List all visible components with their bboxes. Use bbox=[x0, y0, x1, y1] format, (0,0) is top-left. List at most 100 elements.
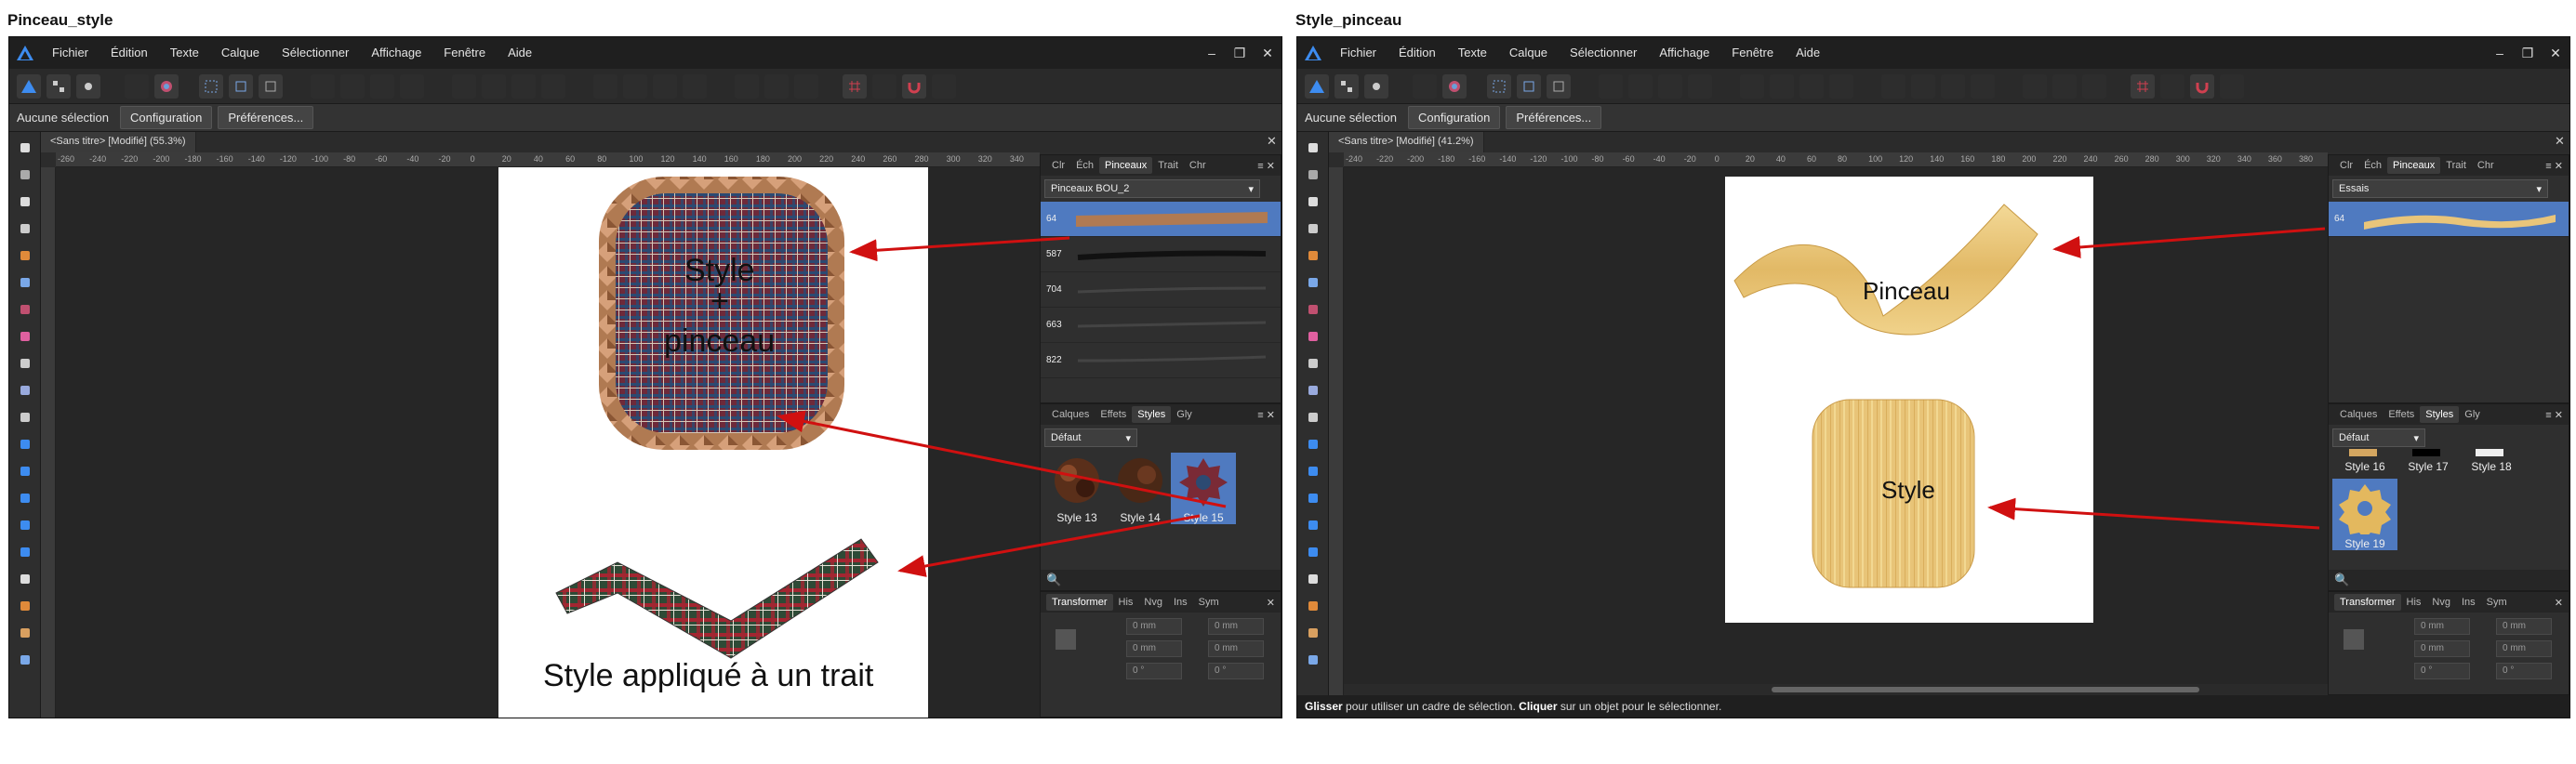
search-icon[interactable]: 🔍 bbox=[1041, 570, 1281, 590]
style-tile[interactable]: Style 14 bbox=[1108, 453, 1173, 524]
style-tile[interactable]: Style 13 bbox=[1044, 453, 1109, 524]
minimize-icon[interactable]: – bbox=[2486, 46, 2514, 61]
ellipse-tool-icon[interactable] bbox=[14, 487, 36, 509]
panel-menu-icon[interactable]: ≡ ✕ bbox=[1252, 409, 1281, 421]
rotation-field[interactable]: 0 ° bbox=[2414, 663, 2470, 679]
rotation-field[interactable]: 0 ° bbox=[1126, 663, 1182, 679]
boolean-xor-icon[interactable] bbox=[541, 73, 565, 99]
designer-persona-icon[interactable] bbox=[17, 73, 41, 99]
color-picker-icon[interactable] bbox=[14, 595, 36, 617]
h-field[interactable]: 0 mm bbox=[1208, 640, 1264, 657]
tab-styles[interactable]: Styles bbox=[2420, 406, 2460, 423]
boolean-int-icon[interactable] bbox=[1799, 73, 1824, 99]
pixel-persona-icon[interactable] bbox=[1334, 73, 1359, 99]
brush-category-select[interactable]: Essais ▾ bbox=[2332, 179, 2548, 198]
tab-calques[interactable]: Calques bbox=[1046, 406, 1095, 423]
menu-selectionner[interactable]: Sélectionner bbox=[271, 37, 360, 69]
style-tile[interactable]: Style 17 bbox=[2396, 460, 2461, 486]
brush-item[interactable]: 704 bbox=[1041, 272, 1281, 308]
shape-tool-icon[interactable] bbox=[1302, 433, 1324, 455]
rectangle-tool-icon[interactable] bbox=[14, 460, 36, 482]
ellipse-tool-icon[interactable] bbox=[1302, 487, 1324, 509]
tab-styles[interactable]: Styles bbox=[1132, 406, 1172, 423]
canvas[interactable]: Pinceau Style bbox=[1344, 167, 2328, 695]
affinity-logo-icon[interactable] bbox=[1297, 37, 1329, 69]
grid-icon[interactable] bbox=[2131, 73, 2155, 99]
distribute-icon[interactable] bbox=[370, 73, 394, 99]
arrange-icon[interactable] bbox=[400, 73, 424, 99]
pen-tool-icon[interactable] bbox=[1302, 244, 1324, 267]
shape-tool-icon[interactable] bbox=[14, 433, 36, 455]
transparency-tool-icon[interactable] bbox=[1302, 352, 1324, 375]
tab-trait[interactable]: Trait bbox=[2440, 157, 2472, 174]
magnet-icon[interactable] bbox=[902, 73, 926, 99]
align-icon[interactable] bbox=[311, 73, 335, 99]
tab-calques[interactable]: Calques bbox=[2334, 406, 2383, 423]
horizontal-scrollbar[interactable] bbox=[1344, 684, 2328, 695]
anchor-icon[interactable] bbox=[1052, 626, 1080, 653]
color-wheel-icon[interactable] bbox=[1442, 73, 1467, 99]
rotate-icon[interactable] bbox=[1941, 73, 1965, 99]
group-icon[interactable] bbox=[1971, 73, 1995, 99]
menu-affichage[interactable]: Affichage bbox=[1648, 37, 1720, 69]
w-field[interactable]: 0 mm bbox=[2496, 618, 2552, 635]
tab-echantillons[interactable]: Éch bbox=[2358, 157, 2387, 174]
brush-tool-icon[interactable] bbox=[1302, 298, 1324, 321]
menu-edition[interactable]: Édition bbox=[1388, 37, 1447, 69]
tab-pinceaux[interactable]: Pinceaux bbox=[2387, 157, 2441, 174]
brush-tool-icon[interactable] bbox=[14, 298, 36, 321]
brush-item-selected[interactable]: 64 bbox=[1041, 202, 1281, 237]
magnet-icon[interactable] bbox=[2190, 73, 2214, 99]
close-icon[interactable]: ✕ bbox=[1254, 46, 1281, 61]
text-tool-icon[interactable] bbox=[14, 568, 36, 590]
rounded-rect-tool-icon[interactable] bbox=[14, 514, 36, 536]
document-tab[interactable]: <Sans titre> [Modifié] (41.2%) bbox=[1329, 132, 1484, 152]
menu-selectionner[interactable]: Sélectionner bbox=[1559, 37, 1648, 69]
styled-stroke[interactable] bbox=[555, 538, 879, 659]
menu-fichier[interactable]: Fichier bbox=[1329, 37, 1388, 69]
rectangle-tool-icon[interactable] bbox=[1302, 460, 1324, 482]
flip-h-icon[interactable] bbox=[1881, 73, 1905, 99]
artboard[interactable]: Pinceau Style bbox=[1725, 177, 2093, 623]
distribute-icon[interactable] bbox=[1658, 73, 1682, 99]
align-center-icon[interactable] bbox=[1628, 73, 1653, 99]
place-image-icon[interactable] bbox=[1302, 379, 1324, 402]
pencil-tool-icon[interactable] bbox=[1302, 271, 1324, 294]
style-tile-selected[interactable]: Style 19 bbox=[2332, 479, 2397, 550]
configuration-button[interactable]: Configuration bbox=[120, 106, 213, 129]
style-tile[interactable]: Style 18 bbox=[2459, 460, 2524, 486]
brush-item[interactable]: 587 bbox=[1041, 237, 1281, 272]
tab-inspecteur[interactable]: Ins bbox=[2456, 594, 2481, 611]
tab-transformer[interactable]: Transformer bbox=[1046, 594, 1113, 611]
menu-texte[interactable]: Texte bbox=[159, 37, 210, 69]
transform-icon[interactable] bbox=[259, 73, 283, 99]
x-field[interactable]: 0 mm bbox=[1126, 618, 1182, 635]
pencil-tool-icon[interactable] bbox=[14, 271, 36, 294]
flip-v-icon[interactable] bbox=[623, 73, 647, 99]
more-icon[interactable] bbox=[932, 73, 956, 99]
tab-couleur[interactable]: Clr bbox=[2334, 157, 2358, 174]
align-icon[interactable] bbox=[1599, 73, 1623, 99]
export-persona-icon[interactable] bbox=[76, 73, 100, 99]
menu-calque[interactable]: Calque bbox=[210, 37, 271, 69]
w-field[interactable]: 0 mm bbox=[1208, 618, 1264, 635]
triangle-tool-icon[interactable] bbox=[14, 541, 36, 563]
export-persona-icon[interactable] bbox=[1364, 73, 1388, 99]
zoom-tool-icon[interactable] bbox=[14, 649, 36, 671]
menu-aide[interactable]: Aide bbox=[497, 37, 543, 69]
order-icon[interactable] bbox=[2052, 73, 2077, 99]
corner-tool-icon[interactable] bbox=[14, 217, 36, 240]
tab-inspecteur[interactable]: Ins bbox=[1168, 594, 1193, 611]
panel-menu-icon[interactable]: ✕ bbox=[1261, 597, 1281, 609]
close-icon[interactable]: ✕ bbox=[2542, 46, 2569, 61]
rounded-rect-tool-icon[interactable] bbox=[1302, 514, 1324, 536]
pixel-persona-icon[interactable] bbox=[46, 73, 71, 99]
h-field[interactable]: 0 mm bbox=[2496, 640, 2552, 657]
tab-echantillons[interactable]: Éch bbox=[1070, 157, 1099, 174]
tab-couleur[interactable]: Clr bbox=[1046, 157, 1070, 174]
transform-icon[interactable] bbox=[1547, 73, 1571, 99]
pen-tool-icon[interactable] bbox=[14, 244, 36, 267]
scrollbar-thumb[interactable] bbox=[1772, 687, 2199, 692]
align-center-icon[interactable] bbox=[340, 73, 365, 99]
canvas[interactable]: Style + pinceau Style appliqué à un trai… bbox=[56, 167, 1040, 718]
